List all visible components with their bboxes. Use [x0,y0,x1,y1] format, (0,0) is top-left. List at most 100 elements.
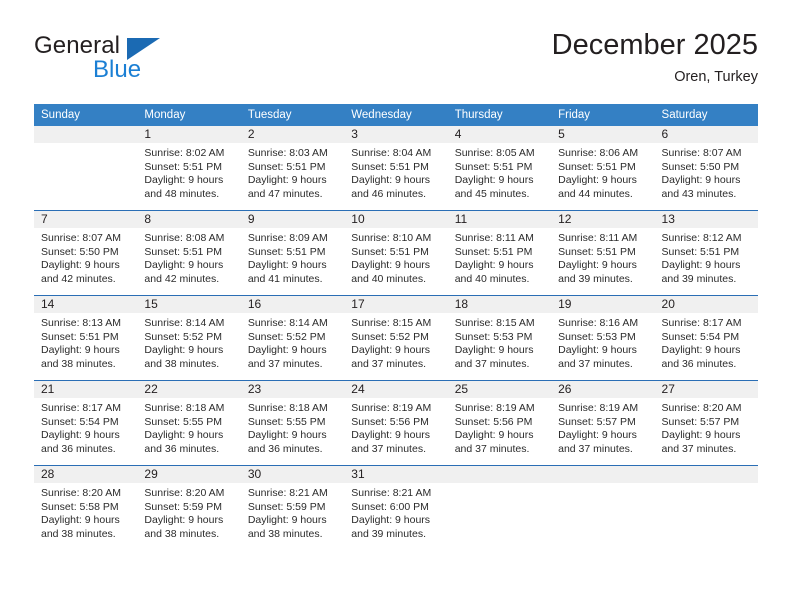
day-details: Sunrise: 8:13 AM Sunset: 5:51 PM Dayligh… [34,313,137,371]
calendar-day-cell[interactable]: 2 Sunrise: 8:03 AM Sunset: 5:51 PM Dayli… [240,126,345,211]
daylight-text-line2: and 37 minutes. [351,442,426,455]
sunset-text: Sunset: 5:59 PM [144,500,223,513]
calendar-day-cell[interactable]: 25 Sunrise: 8:19 AM Sunset: 5:56 PM Dayl… [447,380,552,466]
day-details: Sunrise: 8:11 AM Sunset: 5:51 PM Dayligh… [551,228,654,286]
daylight-text-line2: and 42 minutes. [41,272,116,285]
calendar-day-cell[interactable]: 17 Sunrise: 8:15 AM Sunset: 5:52 PM Dayl… [344,295,448,381]
calendar-day-cell[interactable]: 24 Sunrise: 8:19 AM Sunset: 5:56 PM Dayl… [344,380,448,466]
calendar-day-cell[interactable]: 11 Sunrise: 8:11 AM Sunset: 5:51 PM Dayl… [447,210,552,296]
location-subtitle: Oren, Turkey [674,69,758,85]
day-details: Sunrise: 8:19 AM Sunset: 5:57 PM Dayligh… [551,398,654,456]
calendar-day-cell[interactable]: 4 Sunrise: 8:05 AM Sunset: 5:51 PM Dayli… [447,126,552,211]
calendar-week-row: 14 Sunrise: 8:13 AM Sunset: 5:51 PM Dayl… [34,295,758,381]
sunset-text: Sunset: 5:56 PM [454,415,533,428]
calendar-day-cell[interactable] [551,465,655,550]
daylight-text-line1: Daylight: 9 hours [351,259,431,272]
calendar-day-cell[interactable]: 1 Sunrise: 8:02 AM Sunset: 5:51 PM Dayli… [137,126,241,211]
sunset-text: Sunset: 5:56 PM [351,415,429,428]
calendar-day-cell[interactable]: 28 Sunrise: 8:20 AM Sunset: 5:58 PM Dayl… [34,465,138,550]
calendar-day-cell[interactable]: 16 Sunrise: 8:14 AM Sunset: 5:52 PM Dayl… [240,295,345,381]
weekday-header-thursday: Thursday [447,104,552,126]
calendar-day-cell[interactable]: 18 Sunrise: 8:15 AM Sunset: 5:53 PM Dayl… [447,295,552,381]
daylight-text-line2: and 39 minutes. [558,272,633,285]
sunset-text: Sunset: 5:50 PM [41,245,119,258]
sunset-text: Sunset: 5:51 PM [247,160,326,173]
day-details: Sunrise: 8:20 AM Sunset: 5:59 PM Dayligh… [137,483,240,541]
sunset-text: Sunset: 5:52 PM [144,330,223,343]
calendar-day-cell[interactable] [654,465,758,550]
calendar-day-cell[interactable]: 30 Sunrise: 8:21 AM Sunset: 5:59 PM Dayl… [240,465,345,550]
calendar-day-cell[interactable]: 20 Sunrise: 8:17 AM Sunset: 5:54 PM Dayl… [654,295,758,381]
weekday-header-friday: Friday [551,104,655,126]
daylight-text-line1: Daylight: 9 hours [41,259,120,272]
daylight-text-line1: Daylight: 9 hours [247,514,327,527]
calendar-day-cell[interactable] [447,465,552,550]
day-details: Sunrise: 8:05 AM Sunset: 5:51 PM Dayligh… [448,143,551,201]
sunset-text: Sunset: 5:52 PM [247,330,326,343]
day-details: Sunrise: 8:14 AM Sunset: 5:52 PM Dayligh… [241,313,344,371]
calendar-day-cell[interactable]: 26 Sunrise: 8:19 AM Sunset: 5:57 PM Dayl… [551,380,655,466]
daylight-text-line2: and 36 minutes. [661,357,737,370]
daylight-text-line1: Daylight: 9 hours [661,259,741,272]
day-details: Sunrise: 8:10 AM Sunset: 5:51 PM Dayligh… [344,228,447,286]
day-details: Sunrise: 8:21 AM Sunset: 6:00 PM Dayligh… [344,483,447,541]
sunrise-text: Sunrise: 8:02 AM [144,147,225,159]
daylight-text-line2: and 41 minutes. [247,272,323,285]
daylight-text-line1: Daylight: 9 hours [454,174,534,187]
calendar-week-row: 28 Sunrise: 8:20 AM Sunset: 5:58 PM Dayl… [34,465,758,550]
daylight-text-line2: and 38 minutes. [144,357,220,370]
sunset-text: Sunset: 5:51 PM [144,245,223,258]
calendar-day-cell[interactable]: 7 Sunrise: 8:07 AM Sunset: 5:50 PM Dayli… [34,210,138,296]
calendar-day-cell[interactable]: 29 Sunrise: 8:20 AM Sunset: 5:59 PM Dayl… [137,465,241,550]
calendar-day-cell[interactable]: 12 Sunrise: 8:11 AM Sunset: 5:51 PM Dayl… [551,210,655,296]
calendar-day-cell[interactable]: 10 Sunrise: 8:10 AM Sunset: 5:51 PM Dayl… [344,210,448,296]
calendar-head: Sunday Monday Tuesday Wednesday Thursday… [34,104,758,126]
day-details: Sunrise: 8:18 AM Sunset: 5:55 PM Dayligh… [137,398,240,456]
calendar-day-cell[interactable]: 21 Sunrise: 8:17 AM Sunset: 5:54 PM Dayl… [34,380,138,466]
sunrise-text: Sunrise: 8:07 AM [661,147,742,159]
day-details: Sunrise: 8:02 AM Sunset: 5:51 PM Dayligh… [137,143,240,201]
calendar-day-cell[interactable]: 31 Sunrise: 8:21 AM Sunset: 6:00 PM Dayl… [344,465,448,550]
daylight-text-line1: Daylight: 9 hours [661,429,741,442]
sunrise-text: Sunrise: 8:12 AM [661,232,742,244]
day-details: Sunrise: 8:19 AM Sunset: 5:56 PM Dayligh… [344,398,447,456]
day-number [551,466,655,483]
day-number: 9 [240,211,345,228]
day-number: 12 [551,211,655,228]
day-details: Sunrise: 8:16 AM Sunset: 5:53 PM Dayligh… [551,313,654,371]
daylight-text-line2: and 36 minutes. [247,442,323,455]
daylight-text-line2: and 37 minutes. [558,357,633,370]
general-blue-logo[interactable]: General Blue [34,32,264,90]
calendar-day-cell[interactable]: 23 Sunrise: 8:18 AM Sunset: 5:55 PM Dayl… [240,380,345,466]
page-header: General Blue December 2025 Oren, Turkey [34,28,758,98]
calendar-day-cell[interactable]: 13 Sunrise: 8:12 AM Sunset: 5:51 PM Dayl… [654,210,758,296]
day-number: 25 [447,381,552,398]
daylight-text-line1: Daylight: 9 hours [41,344,120,357]
calendar-week-row: 1 Sunrise: 8:02 AM Sunset: 5:51 PM Dayli… [34,126,758,211]
calendar-day-cell[interactable]: 6 Sunrise: 8:07 AM Sunset: 5:50 PM Dayli… [654,126,758,211]
calendar-day-cell[interactable]: 22 Sunrise: 8:18 AM Sunset: 5:55 PM Dayl… [137,380,241,466]
calendar-day-cell[interactable]: 3 Sunrise: 8:04 AM Sunset: 5:51 PM Dayli… [344,126,448,211]
daylight-text-line2: and 37 minutes. [454,442,530,455]
page-title: December 2025 [551,29,758,61]
calendar-day-cell[interactable]: 9 Sunrise: 8:09 AM Sunset: 5:51 PM Dayli… [240,210,345,296]
day-details: Sunrise: 8:12 AM Sunset: 5:51 PM Dayligh… [655,228,758,286]
day-number: 29 [137,466,241,483]
sunset-text: Sunset: 5:57 PM [558,415,636,428]
calendar-day-cell[interactable]: 8 Sunrise: 8:08 AM Sunset: 5:51 PM Dayli… [137,210,241,296]
calendar-day-cell[interactable]: 27 Sunrise: 8:20 AM Sunset: 5:57 PM Dayl… [654,380,758,466]
sunset-text: Sunset: 5:51 PM [454,245,533,258]
daylight-text-line1: Daylight: 9 hours [661,344,741,357]
calendar-day-cell[interactable]: 5 Sunrise: 8:06 AM Sunset: 5:51 PM Dayli… [551,126,655,211]
day-number: 28 [34,466,138,483]
daylight-text-line2: and 46 minutes. [351,187,426,200]
daylight-text-line2: and 48 minutes. [144,187,220,200]
calendar-day-cell[interactable] [34,126,138,211]
day-number [447,466,552,483]
sunrise-text: Sunrise: 8:19 AM [558,402,639,414]
daylight-text-line2: and 42 minutes. [144,272,220,285]
calendar-day-cell[interactable]: 15 Sunrise: 8:14 AM Sunset: 5:52 PM Dayl… [137,295,241,381]
daylight-text-line1: Daylight: 9 hours [144,514,224,527]
calendar-day-cell[interactable]: 14 Sunrise: 8:13 AM Sunset: 5:51 PM Dayl… [34,295,138,381]
calendar-day-cell[interactable]: 19 Sunrise: 8:16 AM Sunset: 5:53 PM Dayl… [551,295,655,381]
